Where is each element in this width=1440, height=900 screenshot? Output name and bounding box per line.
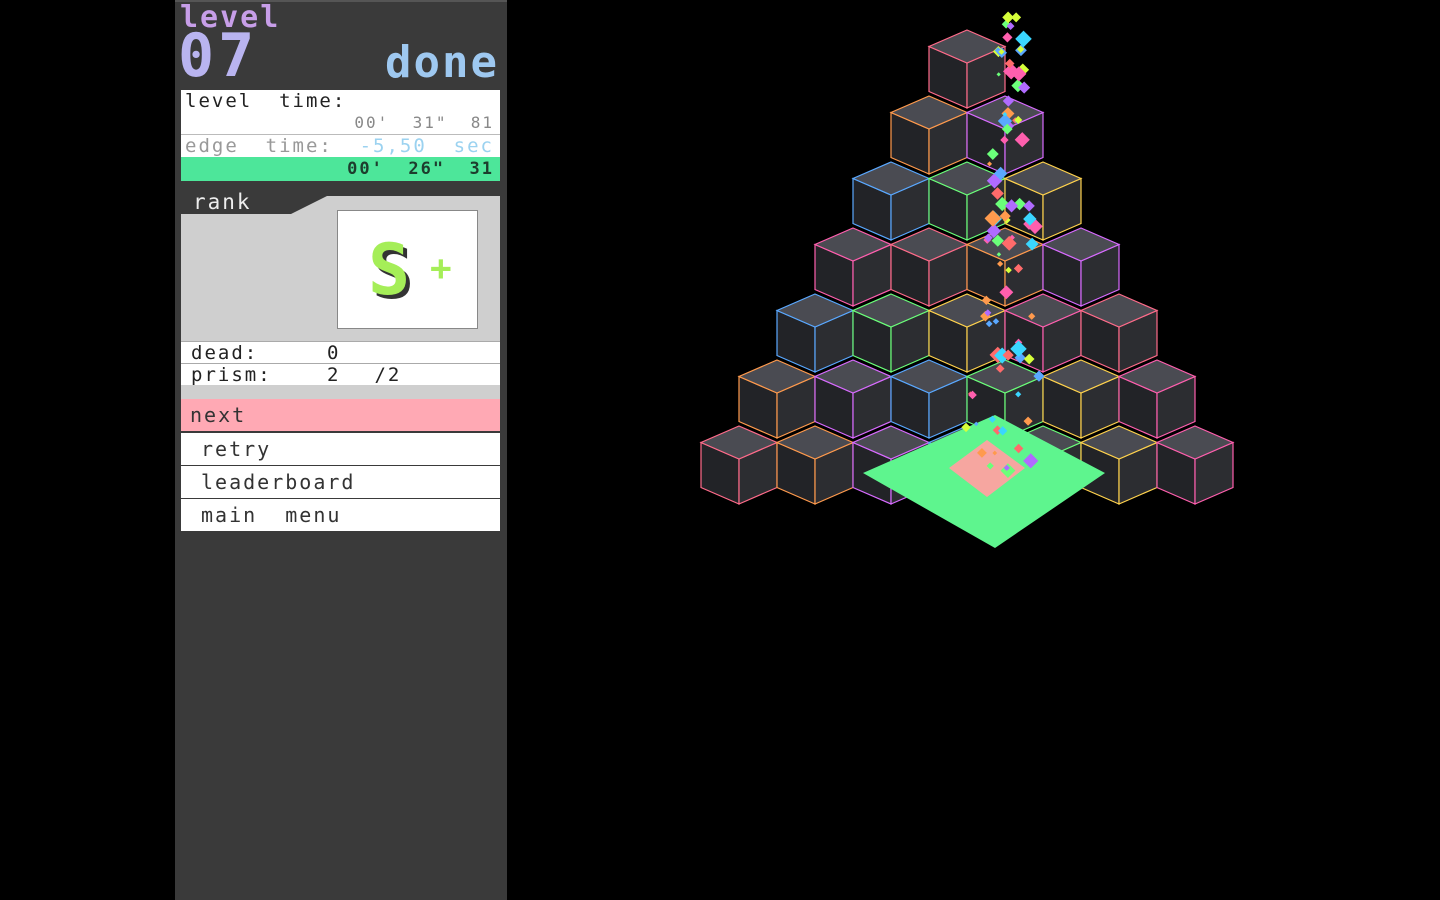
edge-time-value: -5,50 sec [359,135,494,157]
dead-value: 0 [327,341,341,364]
particle [1002,32,1013,43]
edge-time-row: edge time: -5,50 sec [181,134,500,157]
dead-label: dead: [191,341,259,364]
level-number: 07 [178,21,259,91]
prism-label: prism: [191,363,272,386]
prism-total: /2 [374,363,402,386]
final-time: 00' 26" 31 [181,157,500,181]
rank-modifier: + [430,248,452,289]
rank-badge: S + [337,210,478,329]
prism-collected: 2 [327,363,341,386]
time-summary: level time: 00' 31" 81 edge time: -5,50 … [181,90,500,181]
next-button[interactable]: next [181,399,500,431]
dead-stat-row: dead: 0 [181,341,500,364]
level-time-value: 00' 31" 81 [354,113,494,132]
leaderboard-button[interactable]: leaderboard [181,466,500,498]
rank-section: rank S + [181,190,500,341]
particle [1011,12,1022,23]
stats-divider [181,385,500,399]
level-status: done [385,37,499,88]
rank-tab-slope [291,196,327,214]
edge-time-label: edge time: [185,135,333,157]
prism-stat-row: prism: 2 /2 [181,363,500,386]
retry-button[interactable]: retry [181,433,500,465]
rank-grade: S [368,229,411,311]
main-menu-button[interactable]: main menu [181,499,500,531]
rank-label: rank [193,190,252,214]
results-panel: level 07 done level time: 00' 31" 81 edg… [175,0,507,900]
level-time-label: level time: [185,90,347,112]
particle [1015,30,1032,48]
game-scene [699,11,1235,548]
